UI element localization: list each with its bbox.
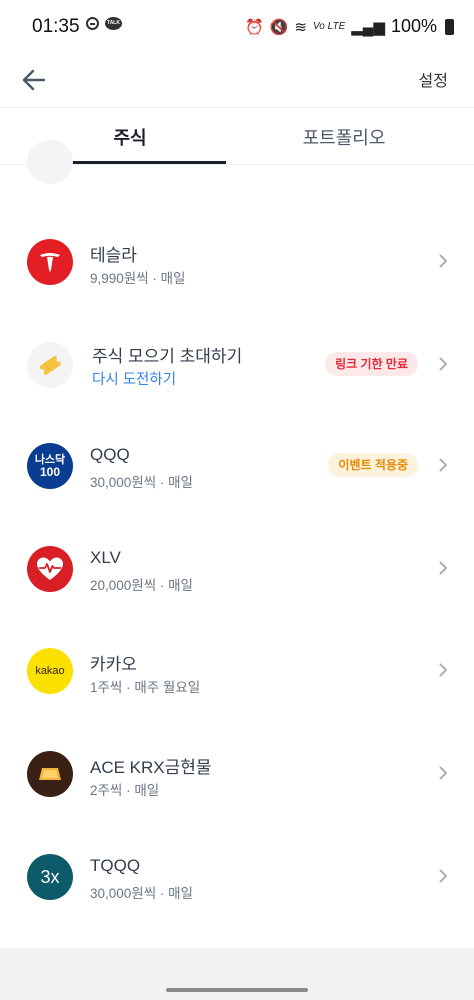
list-item-ace-krx-gold[interactable]: ACE KRX금현물 2주씩 · 매일 (0, 729, 474, 819)
notification-icons: TALK (86, 17, 122, 30)
item-subtitle: 2주씩 · 매일 (90, 783, 160, 798)
alarm-icon: ⏰ (245, 18, 264, 36)
battery-percent: 100% (390, 16, 437, 36)
list-item-kakao[interactable]: kakao 카카오 1주씩 · 매주 월요일 (0, 626, 474, 716)
status-time: 01:35 (32, 16, 80, 37)
status-right: ⏰ 🔇 ≋ Vo LTE ▂▄▆ 100% (245, 16, 454, 37)
bottom-gesture-bar (0, 948, 474, 1000)
item-title: ACE KRX금현물 (90, 758, 212, 777)
item-subtitle: 9,990원씩 · 매일 (90, 271, 186, 286)
partial-list-item-icon (27, 140, 73, 184)
list-item-tesla[interactable]: 테슬라 9,990원씩 · 매일 (0, 217, 474, 307)
gold-bar-icon (27, 751, 73, 797)
kakao-logo-icon: kakao (27, 648, 73, 694)
item-title: XLV (90, 548, 121, 567)
app-header: 설정 (0, 56, 474, 108)
battery-icon (445, 18, 454, 35)
kakaotalk-icon: TALK (105, 17, 122, 30)
signal-icon: ▂▄▆ (351, 18, 385, 36)
chevron-right-icon (439, 254, 447, 268)
ticket-icon (27, 342, 73, 388)
item-title: QQQ (90, 445, 130, 464)
list-item-xlv[interactable]: XLV 20,000원씩 · 매일 (0, 524, 474, 614)
chevron-right-icon (439, 869, 447, 883)
item-title: 카카오 (90, 655, 137, 674)
chevron-right-icon (439, 458, 447, 472)
item-subtitle: 30,000원씩 · 매일 (90, 886, 193, 901)
list-item-invite[interactable]: 주식 모으기 초대하기 다시 도전하기 링크 기한 만료 (0, 320, 474, 410)
chevron-right-icon (439, 357, 447, 371)
heart-pulse-icon (27, 546, 73, 592)
item-subtitle: 1주씩 · 매주 월요일 (90, 680, 201, 695)
chevron-right-icon (439, 663, 447, 677)
wifi-icon: ≋ (294, 18, 307, 36)
item-subtitle: 20,000원씩 · 매일 (90, 578, 193, 593)
tesla-logo-icon (27, 239, 73, 285)
item-title: 테슬라 (90, 246, 137, 265)
list-item-qqq[interactable]: 나스닥 100 QQQ 30,000원씩 · 매일 이벤트 적용중 (0, 421, 474, 511)
settings-button[interactable]: 설정 (419, 67, 448, 91)
event-applied-badge: 이벤트 적용중 (328, 453, 418, 477)
list-item-tqqq[interactable]: 3x TQQQ 30,000원씩 · 매일 (0, 832, 474, 922)
home-indicator[interactable] (166, 988, 308, 992)
item-title: 주식 모으기 초대하기 (92, 347, 243, 366)
item-title: TQQQ (90, 856, 141, 875)
link-expired-badge: 링크 기한 만료 (325, 352, 418, 376)
retry-link[interactable]: 다시 도전하기 (92, 368, 176, 389)
chevron-right-icon (439, 561, 447, 575)
do-not-disturb-icon (86, 17, 99, 30)
status-bar: 01:35 TALK ⏰ 🔇 ≋ Vo LTE ▂▄▆ 100% (0, 0, 474, 56)
chevron-right-icon (439, 766, 447, 780)
tab-portfolio[interactable]: 포트폴리오 (226, 124, 462, 150)
lte-indicator: Vo LTE (313, 21, 346, 32)
item-subtitle: 30,000원씩 · 매일 (90, 475, 193, 490)
back-arrow-icon[interactable] (20, 66, 48, 94)
mute-icon: 🔇 (269, 18, 289, 36)
tqqq-logo-icon: 3x (27, 854, 73, 900)
nasdaq100-logo-icon: 나스닥 100 (27, 443, 73, 489)
